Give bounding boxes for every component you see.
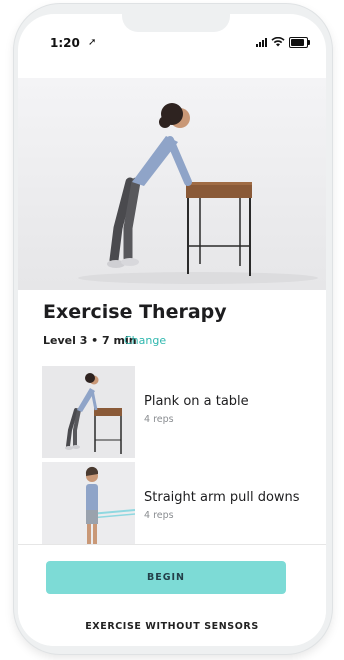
exercise-reps: 4 reps bbox=[144, 510, 174, 521]
status-icons bbox=[256, 36, 310, 48]
battery-icon bbox=[289, 36, 310, 48]
plank-on-table-thumbnail bbox=[42, 366, 135, 458]
exercise-name: Straight arm pull downs bbox=[144, 490, 300, 505]
level-duration: Level 3 • 7 min bbox=[43, 334, 137, 347]
exercise-without-sensors-button[interactable]: EXERCISE WITHOUT SENSORS bbox=[18, 621, 326, 632]
begin-button[interactable]: BEGIN bbox=[46, 561, 286, 594]
page-title: Exercise Therapy bbox=[43, 301, 227, 323]
status-time: 1:20 bbox=[50, 36, 80, 50]
cellular-signal-icon bbox=[256, 37, 267, 47]
woman-plank-illustration bbox=[78, 103, 318, 284]
exercise-name: Plank on a table bbox=[144, 394, 249, 409]
straight-arm-pull-downs-thumbnail bbox=[42, 462, 135, 554]
device-notch bbox=[122, 14, 230, 32]
change-level-link[interactable]: Change bbox=[124, 334, 166, 347]
wifi-icon bbox=[271, 37, 285, 47]
app-screen: 1:20 ➚ Exercise Therapy Level 3 • 7 min … bbox=[18, 14, 326, 646]
navigation-arrow-icon: ➚ bbox=[88, 37, 97, 48]
exercise-item-straight-arm-pull-downs[interactable]: Straight arm pull downs 4 reps bbox=[42, 462, 302, 554]
bottom-action-bar: BEGIN EXERCISE WITHOUT SENSORS bbox=[18, 544, 326, 646]
hero-image bbox=[18, 78, 326, 290]
exercise-reps: 4 reps bbox=[144, 414, 174, 425]
exercise-item-plank-on-a-table[interactable]: Plank on a table 4 reps bbox=[42, 366, 302, 458]
